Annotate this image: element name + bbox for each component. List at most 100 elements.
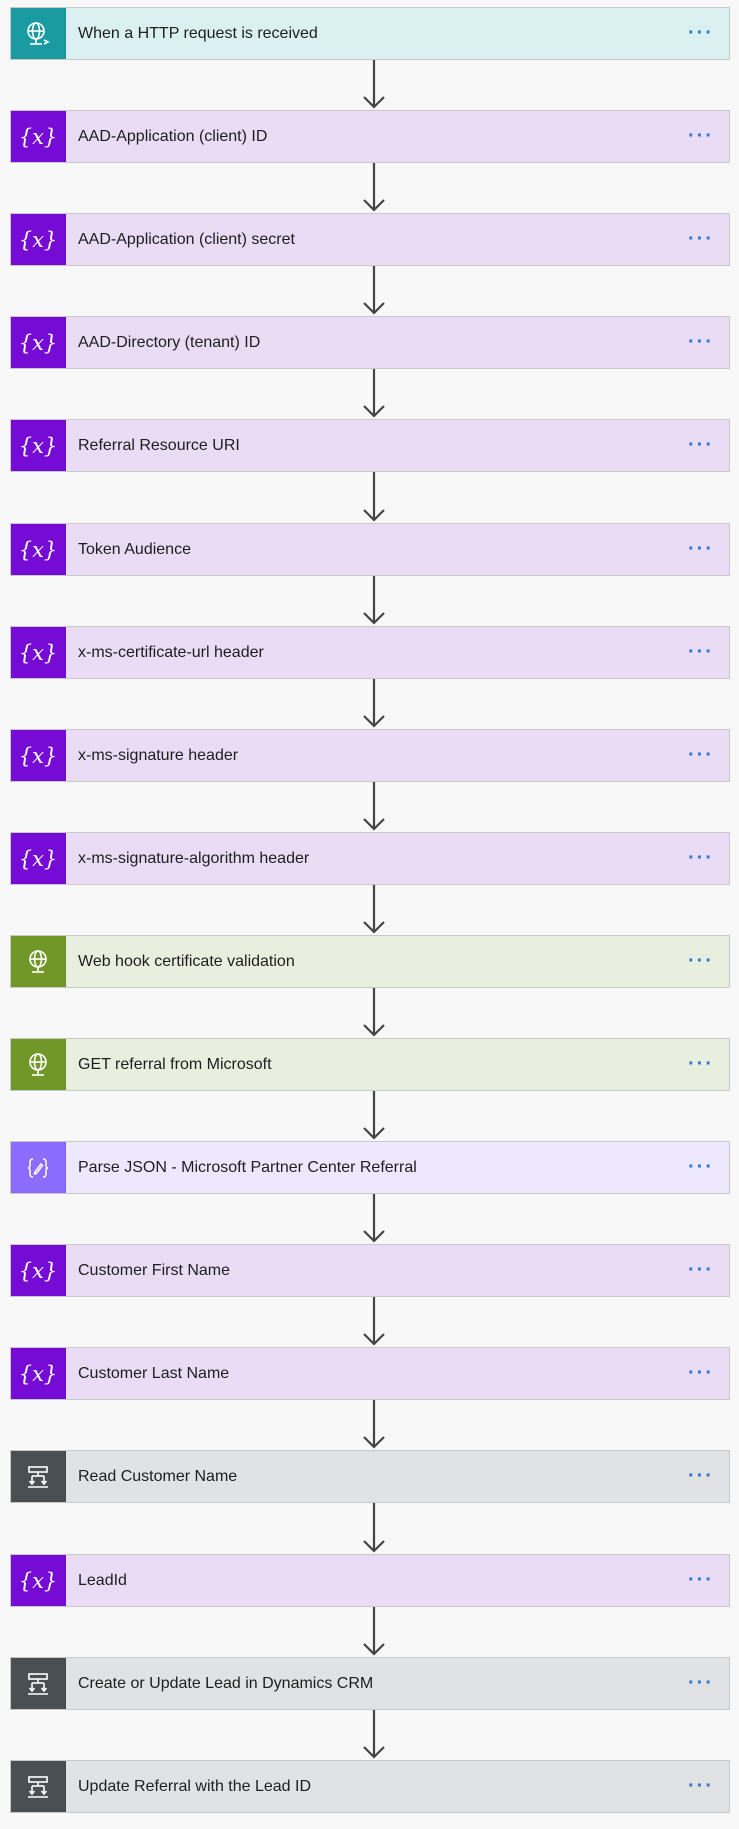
parse-json-icon xyxy=(11,1142,66,1193)
step-title: Customer Last Name xyxy=(78,1364,230,1382)
variable-icon: {𝑥} xyxy=(11,1348,66,1399)
svg-text:{𝑥}: {𝑥} xyxy=(20,1259,56,1283)
svg-text:{𝑥}: {𝑥} xyxy=(20,125,56,149)
dynamics-crm-icon xyxy=(11,1451,66,1502)
more-options-button[interactable]: ··· xyxy=(673,111,729,162)
flow-step[interactable]: {𝑥} Token Audience ··· xyxy=(10,523,730,576)
variable-icon: {𝑥} xyxy=(11,833,66,884)
connector-arrow xyxy=(359,472,389,523)
connector-arrow xyxy=(359,576,389,626)
more-options-button[interactable]: ··· xyxy=(673,833,729,884)
svg-text:{𝑥}: {𝑥} xyxy=(20,1569,56,1593)
step-title: Customer First Name xyxy=(78,1261,231,1279)
more-options-button[interactable]: ··· xyxy=(673,1348,729,1399)
variable-icon: {𝑥} xyxy=(11,627,66,678)
http-trigger-globe-icon xyxy=(11,8,66,59)
svg-text:{𝑥}: {𝑥} xyxy=(20,538,56,562)
more-options-button[interactable]: ··· xyxy=(673,730,729,781)
step-title: LeadId xyxy=(78,1571,127,1589)
flow-step[interactable]: {𝑥} AAD-Directory (tenant) ID ··· xyxy=(10,316,730,369)
connector-arrow xyxy=(359,782,389,832)
connector-arrow xyxy=(359,885,389,935)
connector-arrow xyxy=(359,1503,389,1554)
flow-step[interactable]: {𝑥} LeadId ··· xyxy=(10,1554,730,1607)
step-title: When a HTTP request is received xyxy=(78,24,318,42)
step-title: Token Audience xyxy=(78,540,191,558)
connector-arrow xyxy=(359,1400,389,1450)
step-title: Update Referral with the Lead ID xyxy=(78,1777,312,1795)
variable-icon: {𝑥} xyxy=(11,214,66,265)
connector-arrow xyxy=(359,988,389,1038)
more-options-button[interactable]: ··· xyxy=(673,317,729,368)
connector-arrow xyxy=(359,369,389,419)
more-options-button[interactable]: ··· xyxy=(673,1761,729,1812)
svg-text:{𝑥}: {𝑥} xyxy=(20,331,56,355)
connector-arrow xyxy=(359,60,389,110)
connector-arrow xyxy=(359,1297,389,1347)
svg-text:{𝑥}: {𝑥} xyxy=(20,641,56,665)
more-options-button[interactable]: ··· xyxy=(673,1555,729,1606)
more-options-button[interactable]: ··· xyxy=(673,1658,729,1709)
svg-text:{𝑥}: {𝑥} xyxy=(20,744,56,768)
variable-icon: {𝑥} xyxy=(11,524,66,575)
step-title: x-ms-signature header xyxy=(78,746,239,764)
step-title: Read Customer Name xyxy=(78,1467,238,1485)
flow-step[interactable]: {𝑥} Customer Last Name ··· xyxy=(10,1347,730,1400)
svg-text:{𝑥}: {𝑥} xyxy=(20,1362,56,1386)
flow-step[interactable]: {𝑥} Customer First Name ··· xyxy=(10,1244,730,1297)
http-globe-icon xyxy=(11,1039,66,1090)
connector-arrow xyxy=(359,1091,389,1141)
connector-arrow xyxy=(359,1710,389,1760)
step-title: AAD-Application (client) secret xyxy=(78,230,295,248)
variable-icon: {𝑥} xyxy=(11,420,66,471)
dynamics-crm-icon xyxy=(11,1658,66,1709)
flow-step[interactable]: {𝑥} Referral Resource URI ··· xyxy=(10,419,730,472)
svg-text:{𝑥}: {𝑥} xyxy=(20,228,56,252)
more-options-button[interactable]: ··· xyxy=(673,936,729,987)
more-options-button[interactable]: ··· xyxy=(673,627,729,678)
svg-text:{𝑥}: {𝑥} xyxy=(20,847,56,871)
more-options-button[interactable]: ··· xyxy=(673,1245,729,1296)
more-options-button[interactable]: ··· xyxy=(673,524,729,575)
flow-step[interactable]: Web hook certificate validation ··· xyxy=(10,935,730,988)
step-title: Parse JSON - Microsoft Partner Center Re… xyxy=(78,1158,417,1176)
flow-step[interactable]: {𝑥} x-ms-certificate-url header ··· xyxy=(10,626,730,679)
connector-arrow xyxy=(359,1607,389,1657)
variable-icon: {𝑥} xyxy=(11,317,66,368)
variable-icon: {𝑥} xyxy=(11,730,66,781)
variable-icon: {𝑥} xyxy=(11,111,66,162)
connector-arrow xyxy=(359,163,389,213)
more-options-button[interactable]: ··· xyxy=(673,420,729,471)
more-options-button[interactable]: ··· xyxy=(673,1142,729,1193)
variable-icon: {𝑥} xyxy=(11,1555,66,1606)
http-globe-icon xyxy=(11,936,66,987)
flow-step[interactable]: Read Customer Name ··· xyxy=(10,1450,730,1503)
step-title: GET referral from Microsoft xyxy=(78,1055,272,1073)
more-options-button[interactable]: ··· xyxy=(673,1039,729,1090)
connector-arrow xyxy=(359,679,389,729)
flow-step[interactable]: {𝑥} x-ms-signature header ··· xyxy=(10,729,730,782)
flow-step[interactable]: {𝑥} AAD-Application (client) ID ··· xyxy=(10,110,730,163)
flow-step[interactable]: Parse JSON - Microsoft Partner Center Re… xyxy=(10,1141,730,1194)
connector-arrow xyxy=(359,1194,389,1244)
step-title: Referral Resource URI xyxy=(78,436,240,454)
flow-step[interactable]: Update Referral with the Lead ID ··· xyxy=(10,1760,730,1813)
flow-step[interactable]: {𝑥} x-ms-signature-algorithm header ··· xyxy=(10,832,730,885)
step-title: x-ms-signature-algorithm header xyxy=(78,849,310,867)
step-title: x-ms-certificate-url header xyxy=(78,643,264,661)
dynamics-crm-icon xyxy=(11,1761,66,1812)
flow-step[interactable]: When a HTTP request is received ··· xyxy=(10,7,730,60)
flow-step[interactable]: Create or Update Lead in Dynamics CRM ··· xyxy=(10,1657,730,1710)
connector-arrow xyxy=(359,266,389,316)
more-options-button[interactable]: ··· xyxy=(673,1451,729,1502)
step-title: AAD-Application (client) ID xyxy=(78,127,268,145)
step-title: AAD-Directory (tenant) ID xyxy=(78,333,261,351)
more-options-button[interactable]: ··· xyxy=(673,8,729,59)
flow-canvas: When a HTTP request is received ··· {𝑥} AAD… xyxy=(0,0,739,1829)
more-options-button[interactable]: ··· xyxy=(673,214,729,265)
step-title: Create or Update Lead in Dynamics CRM xyxy=(78,1674,374,1692)
flow-step[interactable]: {𝑥} AAD-Application (client) secret ··· xyxy=(10,213,730,266)
flow-step[interactable]: GET referral from Microsoft ··· xyxy=(10,1038,730,1091)
svg-text:{𝑥}: {𝑥} xyxy=(20,434,56,458)
variable-icon: {𝑥} xyxy=(11,1245,66,1296)
